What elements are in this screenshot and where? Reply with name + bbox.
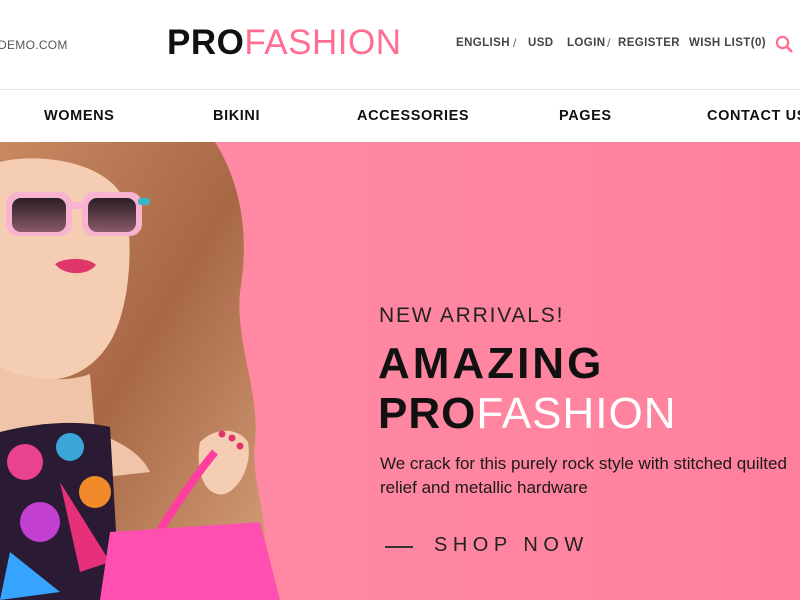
wishlist-link[interactable]: WISH LIST(0): [689, 37, 766, 49]
separator: /: [513, 36, 517, 50]
hero-title-light: FASHION: [476, 389, 677, 438]
register-link[interactable]: REGISTER: [618, 37, 680, 49]
currency-selector[interactable]: USD: [528, 37, 553, 49]
cta-line-decoration: [385, 546, 413, 548]
contact-email[interactable]: DEMO.COM: [0, 38, 68, 52]
nav-item-womens[interactable]: WOMENS: [44, 108, 114, 124]
nav-item-bikini[interactable]: BIKINI: [213, 108, 260, 124]
logo-light: FASHION: [244, 23, 402, 62]
site-logo[interactable]: PROFASHION: [167, 22, 402, 64]
logo-bold: PRO: [167, 23, 245, 62]
search-icon[interactable]: [775, 35, 793, 53]
main-navigation: WOMENS BIKINI ACCESSORIES PAGES CONTACT …: [0, 90, 800, 142]
top-header: DEMO.COM PROFASHION ENGLISH / USD LOGIN …: [0, 0, 800, 89]
login-link[interactable]: LOGIN: [567, 37, 605, 49]
shop-now-button[interactable]: SHOP NOW: [434, 534, 589, 557]
language-selector[interactable]: ENGLISH: [456, 37, 510, 49]
nav-item-contact-us[interactable]: CONTACT US: [707, 108, 800, 124]
nav-item-accessories[interactable]: ACCESSORIES: [357, 108, 469, 124]
hero-description: We crack for this purely rock style with…: [380, 454, 787, 497]
separator: /: [607, 36, 611, 50]
nav-item-pages[interactable]: PAGES: [559, 108, 612, 124]
hero-subtitle: NEW ARRIVALS!: [379, 304, 565, 327]
hero-banner: NEW ARRIVALS! AMAZING PROFASHION We crac…: [0, 142, 800, 600]
hero-title-line1: AMAZING: [378, 339, 605, 388]
hero-title-line2: PROFASHION: [378, 390, 677, 438]
hero-model-image: [0, 142, 280, 600]
hero-title-bold: PRO: [378, 389, 477, 438]
